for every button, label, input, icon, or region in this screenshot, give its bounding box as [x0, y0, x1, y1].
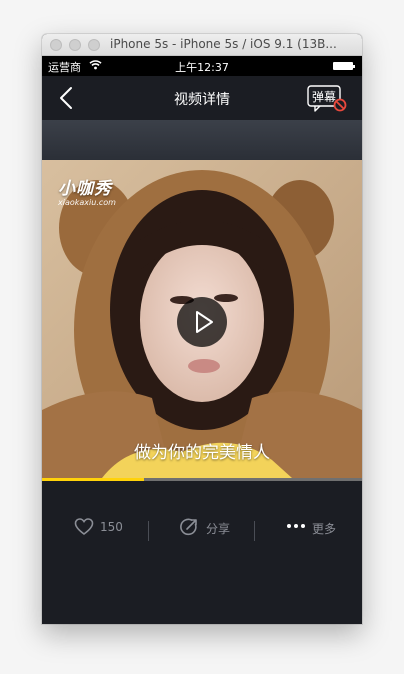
window-titlebar: iPhone 5s - iPhone 5s / iOS 9.1 (13B... [42, 34, 362, 56]
play-button[interactable] [177, 297, 227, 347]
share-label: 分享 [206, 522, 231, 536]
battery-icon [333, 62, 355, 70]
share-button[interactable]: 分享 [179, 515, 239, 541]
like-button[interactable]: 150 [74, 515, 134, 541]
share-icon [180, 518, 197, 536]
desktop: iPhone 5s - iPhone 5s / iOS 9.1 (13B... … [0, 0, 404, 674]
more-button[interactable]: 更多 [286, 515, 346, 541]
status-time: 上午12:37 [175, 61, 229, 74]
window-title: iPhone 5s - iPhone 5s / iOS 9.1 (13B... [110, 37, 337, 51]
video-subtitle: 做为你的完美情人 [134, 443, 270, 463]
zoom-window-button[interactable] [88, 39, 100, 51]
watermark: 小咖秀 xiaokaxiu.com [58, 174, 116, 207]
danmu-label: 弹幕 [312, 90, 336, 104]
nav-bar: 视频详情 弹幕 [42, 76, 362, 120]
divider [254, 521, 255, 541]
play-icon [196, 311, 213, 333]
video-top-strip [42, 120, 362, 160]
video-player[interactable]: 小咖秀 xiaokaxiu.com 做为你的完美情人 [42, 160, 362, 478]
simulator-window: iPhone 5s - iPhone 5s / iOS 9.1 (13B... … [42, 34, 362, 624]
divider [148, 521, 149, 541]
close-window-button[interactable] [50, 39, 62, 51]
more-dots-icon [287, 524, 305, 528]
watermark-url: xiaokaxiu.com [58, 198, 116, 207]
more-label: 更多 [312, 522, 337, 536]
action-bar: 150 分享 更多 [42, 481, 362, 624]
status-bar: 运营商 上午12:37 [42, 56, 362, 76]
danmu-toggle-button[interactable]: 弹幕 [306, 83, 348, 113]
heart-icon [74, 518, 94, 535]
like-count: 150 [100, 520, 123, 534]
watermark-logo: 小咖秀 [58, 179, 112, 199]
minimize-window-button[interactable] [69, 39, 81, 51]
